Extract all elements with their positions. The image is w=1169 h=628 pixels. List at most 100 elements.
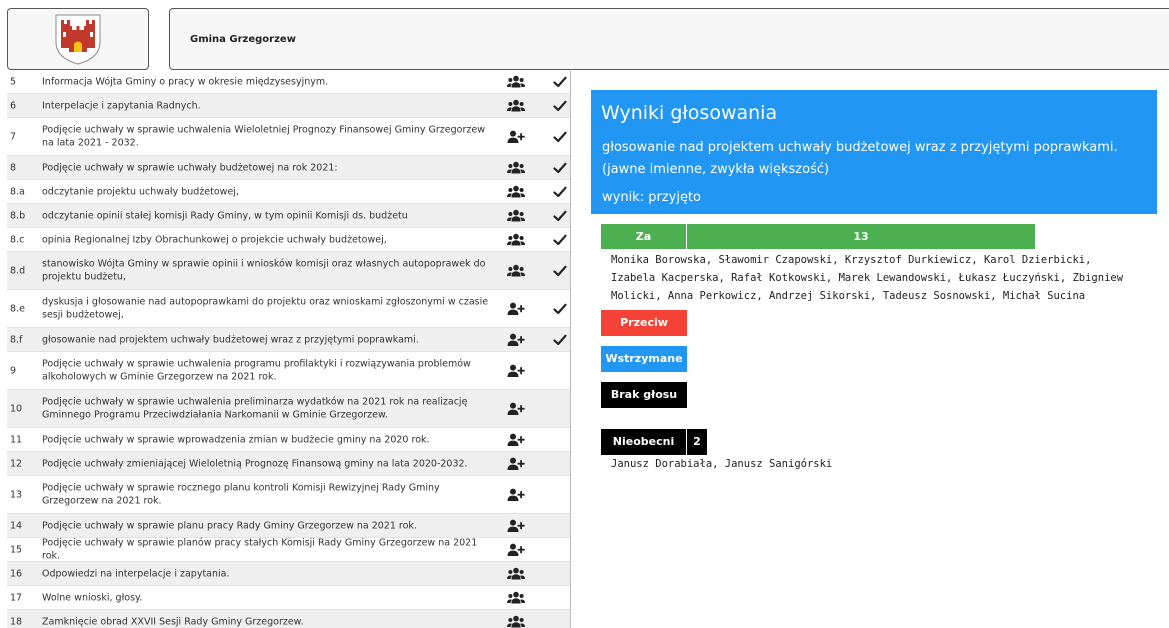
check-icon xyxy=(553,233,567,247)
users-icon[interactable] xyxy=(507,161,525,175)
agenda-item-number: 8.f xyxy=(10,333,23,345)
agenda-item-text: odczytanie projektu uchwały budżetowej, xyxy=(42,185,239,197)
check-icon xyxy=(553,264,567,278)
agenda-item-text: Podjęcie uchwały w sprawie uchwalenia Wi… xyxy=(42,124,485,149)
absent-list: Janusz Dorabiała, Janusz Sanigórski xyxy=(611,458,833,470)
users-icon[interactable] xyxy=(507,233,525,247)
agenda-item-number: 8.e xyxy=(10,302,25,314)
page-title: Gmina Grzegorzew xyxy=(190,33,296,45)
no-vote-label: Brak głosu xyxy=(601,382,687,408)
agenda-row[interactable]: 7 Podjęcie uchwały w sprawie uchwalenia W… xyxy=(7,118,570,156)
agenda-item-number: 12 xyxy=(10,457,23,469)
agenda-item-text: Podjęcie uchwały w sprawie rocznego plan… xyxy=(42,482,440,507)
absent-count: 2 xyxy=(693,435,701,448)
agenda-row[interactable]: 9 Podjęcie uchwały w sprawie uchwalenia p… xyxy=(7,352,570,390)
agenda-item-text: Odpowiedzi na interpelacje i zapytania. xyxy=(42,567,230,579)
user-plus-icon[interactable] xyxy=(507,519,525,533)
results-heading: Wyniki głosowania xyxy=(601,102,778,124)
agenda-row[interactable]: 8 Podjęcie uchwały w sprawie uchwały budż… xyxy=(7,156,570,180)
agenda-item-number: 15 xyxy=(10,543,23,555)
agenda-row[interactable]: 12 Podjęcie uchwały zmieniającej Wielolet… xyxy=(7,452,570,476)
agenda-row[interactable]: 18 Zamknięcie obrad XXVII Sesji Rady Gmin… xyxy=(7,610,570,628)
agenda-item-number: 5 xyxy=(10,76,17,88)
user-plus-icon[interactable] xyxy=(507,130,525,144)
abstain-votes-label: Wstrzymane xyxy=(601,346,687,372)
absent-bar: Nieobecni 2 xyxy=(601,429,707,455)
agenda-item-number: 8.a xyxy=(10,185,25,197)
for-count: 13 xyxy=(853,230,869,243)
users-icon[interactable] xyxy=(507,209,525,223)
coat-of-arms-logo xyxy=(55,14,101,65)
agenda-item-text: Wolne wnioski, głosy. xyxy=(42,591,143,603)
vote-outcome: wynik: przyjęto xyxy=(602,190,701,205)
agenda-row[interactable]: 8.e dyskusja i głosowanie nad autopoprawk… xyxy=(7,290,570,328)
agenda-row[interactable]: 17 Wolne wnioski, głosy. xyxy=(7,586,570,610)
agenda-item-number: 8.b xyxy=(10,209,26,221)
agenda-row[interactable]: 16 Odpowiedzi na interpelacje i zapytania… xyxy=(7,562,570,586)
agenda-item-text: Podjęcie uchwały w sprawie uchwalenia pr… xyxy=(42,358,471,383)
vote-mode: (jawne imienne, zwykła większość) xyxy=(602,162,830,177)
agenda-row[interactable]: 5 Informacja Wójta Gminy o pracy w okresi… xyxy=(7,71,570,94)
users-icon[interactable] xyxy=(507,264,525,278)
agenda-item-text: Podjęcie uchwały w sprawie uchwalenia pr… xyxy=(42,396,468,421)
agenda-item-text: Zamknięcie obrad XXVII Sesji Rady Gminy … xyxy=(42,615,304,627)
users-icon[interactable] xyxy=(507,185,525,199)
users-icon[interactable] xyxy=(507,615,525,628)
agenda-item-number: 9 xyxy=(10,364,17,376)
check-icon xyxy=(553,161,567,175)
agenda-item-text: Interpelacje i zapytania Radnych. xyxy=(42,99,201,111)
agenda-row[interactable]: 14 Podjęcie uchwały w sprawie planu pracy… xyxy=(7,514,570,538)
agenda-item-text: Informacja Wójta Gminy o pracy w okresie… xyxy=(42,76,329,88)
user-plus-icon[interactable] xyxy=(507,433,525,447)
agenda-item-number: 13 xyxy=(10,488,23,500)
user-plus-icon[interactable] xyxy=(507,333,525,347)
user-plus-icon[interactable] xyxy=(507,457,525,471)
agenda-row[interactable]: 8.f głosowanie nad projektem uchwały budż… xyxy=(7,328,570,352)
users-icon[interactable] xyxy=(507,567,525,581)
check-icon xyxy=(553,99,567,113)
check-icon xyxy=(553,302,567,316)
check-icon xyxy=(553,333,567,347)
agenda-row[interactable]: 8.b odczytanie opinii stałej komisji Rady… xyxy=(7,204,570,228)
user-plus-icon[interactable] xyxy=(507,543,525,557)
agenda-row[interactable]: 8.c opinia Regionalnej Izby Obrachunkowej… xyxy=(7,228,570,252)
agenda-row[interactable]: 11 Podjęcie uchwały w sprawie wprowadzeni… xyxy=(7,428,570,452)
header-title-bar: Gmina Grzegorzew xyxy=(169,8,1169,70)
agenda-row[interactable]: 8.a odczytanie projektu uchwały budżetowe… xyxy=(7,180,570,204)
check-icon xyxy=(553,209,567,223)
agenda-row[interactable]: 13 Podjęcie uchwały w sprawie rocznego pl… xyxy=(7,476,570,514)
agenda-item-number: 11 xyxy=(10,433,23,445)
agenda-item-text: odczytanie opinii stałej komisji Rady Gm… xyxy=(42,209,408,221)
agenda-item-text: stanowisko Wójta Gminy w sprawie opinii … xyxy=(42,258,486,283)
agenda-item-number: 10 xyxy=(10,402,23,414)
agenda-row[interactable]: 15 Podjęcie uchwały w sprawie planów prac… xyxy=(7,537,570,562)
agenda-item-number: 16 xyxy=(10,567,23,579)
vote-results-panel: Wyniki głosowania głosowanie nad projekt… xyxy=(591,90,1157,214)
check-icon xyxy=(553,130,567,144)
agenda-item-text: głosowanie nad projektem uchwały budżeto… xyxy=(42,333,419,345)
user-plus-icon[interactable] xyxy=(507,488,525,502)
check-icon xyxy=(553,75,567,89)
check-icon xyxy=(553,185,567,199)
agenda-row[interactable]: 10 Podjęcie uchwały w sprawie uchwalenia … xyxy=(7,390,570,428)
user-plus-icon[interactable] xyxy=(507,302,525,316)
agenda-item-text: Podjęcie uchwały w sprawie uchwały budże… xyxy=(42,161,338,173)
agenda-item-number: 18 xyxy=(10,615,23,627)
for-label: Za xyxy=(601,224,687,249)
agenda-item-text: Podjęcie uchwały w sprawie wprowadzenia … xyxy=(42,433,430,445)
agenda-item-number: 6 xyxy=(10,99,17,111)
users-icon[interactable] xyxy=(507,591,525,605)
agenda-item-text: Podjęcie uchwały zmieniającej Wieloletni… xyxy=(42,457,468,469)
agenda-row[interactable]: 8.d stanowisko Wójta Gminy w sprawie opin… xyxy=(7,252,570,290)
for-voters-list: Monika Borowska, Sławomir Czapowski, Krz… xyxy=(611,254,1124,302)
user-plus-icon[interactable] xyxy=(507,402,525,416)
users-icon[interactable] xyxy=(507,99,525,113)
agenda-item-text: Podjęcie uchwały w sprawie planu pracy R… xyxy=(42,519,417,531)
user-plus-icon[interactable] xyxy=(507,364,525,378)
agenda-item-number: 8 xyxy=(10,161,17,173)
agenda-list[interactable]: 5 Informacja Wójta Gminy o pracy w okresi… xyxy=(7,71,571,628)
agenda-row[interactable]: 6 Interpelacje i zapytania Radnych. xyxy=(7,94,570,118)
users-icon[interactable] xyxy=(507,75,525,89)
agenda-item-number: 8.d xyxy=(10,264,26,276)
agenda-item-text: dyskusja i głosowanie nad autopoprawkami… xyxy=(42,296,489,321)
